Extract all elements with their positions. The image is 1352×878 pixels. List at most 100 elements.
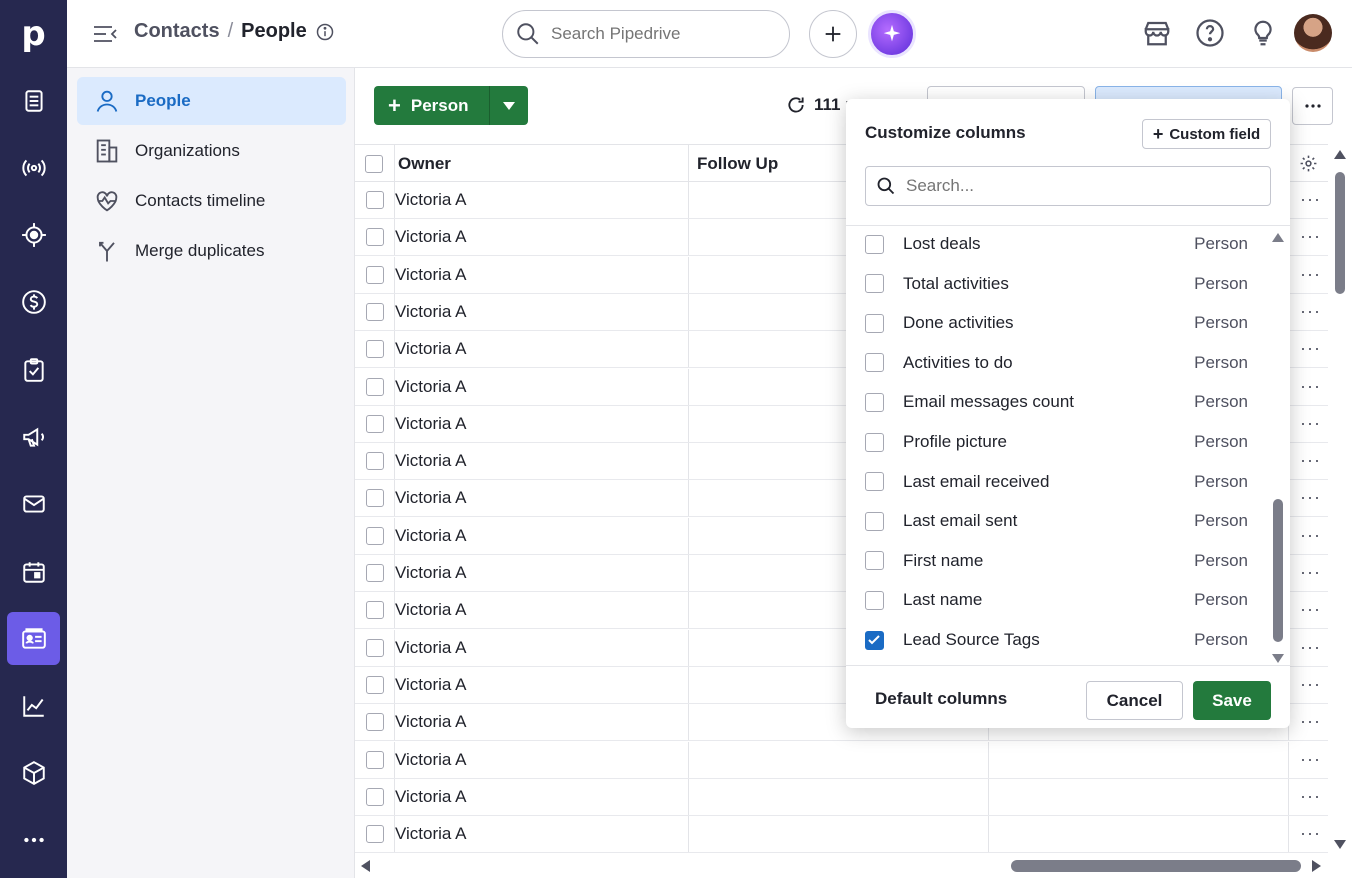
table-row[interactable]: Victoria A ··· bbox=[355, 816, 1328, 854]
column-field-checkbox[interactable] bbox=[865, 392, 884, 412]
owner-cell[interactable]: Victoria A bbox=[395, 741, 689, 778]
owner-cell[interactable]: Victoria A bbox=[395, 816, 689, 853]
tasks-icon[interactable] bbox=[7, 343, 60, 396]
owner-cell[interactable]: Victoria A bbox=[395, 778, 689, 815]
column-search[interactable] bbox=[865, 166, 1271, 206]
follow-up-cell[interactable] bbox=[689, 741, 989, 778]
column-field-row[interactable]: Last email received Person bbox=[846, 462, 1266, 502]
row-checkbox[interactable] bbox=[365, 489, 384, 508]
owner-cell[interactable]: Victoria A bbox=[395, 368, 689, 405]
sidebar-item-people[interactable]: People bbox=[77, 77, 346, 125]
hidden-column-cell[interactable] bbox=[989, 741, 1289, 778]
table-vertical-scrollbar[interactable] bbox=[1329, 144, 1352, 854]
row-more-icon[interactable]: ··· bbox=[1300, 787, 1321, 805]
field-list-scrollbar[interactable] bbox=[1270, 233, 1286, 665]
column-field-checkbox[interactable] bbox=[865, 432, 884, 452]
follow-up-cell[interactable] bbox=[689, 778, 989, 815]
column-field-row[interactable]: Profile picture Person bbox=[846, 422, 1266, 462]
mail-icon[interactable] bbox=[7, 477, 60, 530]
column-field-checkbox[interactable] bbox=[865, 590, 884, 610]
calendar-icon[interactable] bbox=[7, 545, 60, 598]
row-more-icon[interactable]: ··· bbox=[1300, 414, 1321, 432]
pipedrive-logo[interactable]: p bbox=[0, 0, 67, 67]
add-options-dropdown[interactable] bbox=[490, 86, 528, 125]
broadcast-icon[interactable] bbox=[7, 141, 60, 194]
row-more-icon[interactable]: ··· bbox=[1300, 712, 1321, 730]
row-checkbox[interactable] bbox=[365, 825, 384, 844]
row-checkbox[interactable] bbox=[365, 601, 384, 620]
column-field-row[interactable]: Done activities Person bbox=[846, 303, 1266, 343]
table-row[interactable]: Victoria A ··· bbox=[355, 778, 1328, 816]
column-field-checkbox[interactable] bbox=[865, 472, 884, 492]
column-field-checkbox[interactable] bbox=[865, 511, 884, 531]
more-actions-button[interactable] bbox=[1292, 87, 1333, 125]
row-more-icon[interactable]: ··· bbox=[1300, 227, 1321, 245]
row-checkbox[interactable] bbox=[365, 713, 384, 732]
table-row[interactable]: Victoria A ··· bbox=[355, 741, 1328, 779]
column-field-row[interactable]: Lead Source Tags Person bbox=[846, 620, 1266, 660]
row-checkbox[interactable] bbox=[365, 675, 384, 694]
row-checkbox[interactable] bbox=[365, 340, 384, 359]
column-field-row[interactable]: Last name Person bbox=[846, 580, 1266, 620]
owner-cell[interactable]: Victoria A bbox=[395, 517, 689, 554]
owner-cell[interactable]: Victoria A bbox=[395, 219, 689, 256]
owner-cell[interactable]: Victoria A bbox=[395, 480, 689, 517]
column-field-checkbox[interactable] bbox=[865, 551, 884, 571]
row-more-icon[interactable]: ··· bbox=[1300, 675, 1321, 693]
row-more-icon[interactable]: ··· bbox=[1300, 824, 1321, 842]
row-checkbox[interactable] bbox=[365, 750, 384, 769]
row-checkbox[interactable] bbox=[365, 787, 384, 806]
collapse-menu-icon[interactable] bbox=[92, 22, 118, 46]
column-field-row[interactable]: Total activities Person bbox=[846, 264, 1266, 304]
row-checkbox[interactable] bbox=[365, 638, 384, 657]
owner-cell[interactable]: Victoria A bbox=[395, 592, 689, 629]
tips-lightbulb-icon[interactable] bbox=[1248, 18, 1278, 48]
row-more-icon[interactable]: ··· bbox=[1300, 265, 1321, 283]
owner-cell[interactable]: Victoria A bbox=[395, 443, 689, 480]
owner-cell[interactable]: Victoria A bbox=[395, 405, 689, 442]
row-more-icon[interactable]: ··· bbox=[1300, 526, 1321, 544]
products-box-icon[interactable] bbox=[7, 746, 60, 799]
row-more-icon[interactable]: ··· bbox=[1300, 339, 1321, 357]
row-checkbox[interactable] bbox=[365, 414, 384, 433]
horizontal-scroll-thumb[interactable] bbox=[1011, 860, 1301, 872]
owner-cell[interactable]: Victoria A bbox=[395, 629, 689, 666]
column-field-row[interactable]: Lost deals Person bbox=[846, 226, 1266, 264]
owner-cell[interactable]: Victoria A bbox=[395, 293, 689, 330]
sidebar-item-merge-duplicates[interactable]: Merge duplicates bbox=[77, 227, 346, 275]
select-all-checkbox[interactable] bbox=[365, 154, 383, 173]
column-field-row[interactable]: Email messages count Person bbox=[846, 382, 1266, 422]
row-checkbox[interactable] bbox=[365, 302, 384, 321]
deals-dollar-icon[interactable] bbox=[7, 275, 60, 328]
sidebar-item-contacts-timeline[interactable]: Contacts timeline bbox=[77, 177, 346, 225]
column-field-checkbox[interactable] bbox=[865, 274, 884, 294]
column-field-checkbox[interactable] bbox=[865, 234, 884, 254]
sidebar-item-organizations[interactable]: Organizations bbox=[77, 127, 346, 175]
row-checkbox[interactable] bbox=[365, 377, 384, 396]
scroll-up-arrow-icon[interactable] bbox=[1334, 150, 1346, 159]
row-checkbox[interactable] bbox=[365, 228, 384, 247]
row-more-icon[interactable]: ··· bbox=[1300, 563, 1321, 581]
row-more-icon[interactable]: ··· bbox=[1300, 302, 1321, 320]
refresh-icon[interactable] bbox=[786, 95, 806, 115]
scroll-right-arrow-icon[interactable] bbox=[1312, 860, 1321, 872]
row-checkbox[interactable] bbox=[365, 564, 384, 582]
column-header-owner[interactable]: Owner bbox=[395, 145, 689, 182]
insights-chart-icon[interactable] bbox=[7, 679, 60, 732]
column-field-row[interactable]: Activities to do Person bbox=[846, 343, 1266, 383]
global-search[interactable] bbox=[502, 10, 790, 58]
owner-cell[interactable]: Victoria A bbox=[395, 704, 689, 741]
row-more-icon[interactable]: ··· bbox=[1300, 638, 1321, 656]
table-horizontal-scrollbar[interactable] bbox=[355, 854, 1328, 878]
row-checkbox[interactable] bbox=[365, 265, 384, 284]
add-person-button[interactable]: + Person bbox=[374, 86, 490, 125]
row-more-icon[interactable]: ··· bbox=[1300, 190, 1321, 208]
custom-field-button[interactable]: + Custom field bbox=[1142, 119, 1271, 149]
hidden-column-cell[interactable] bbox=[989, 778, 1289, 815]
global-search-input[interactable] bbox=[551, 24, 771, 44]
scroll-up-arrow-icon[interactable] bbox=[1272, 233, 1284, 242]
scroll-left-arrow-icon[interactable] bbox=[361, 860, 370, 872]
user-avatar[interactable] bbox=[1294, 14, 1332, 52]
column-search-input[interactable] bbox=[906, 176, 1246, 196]
follow-up-cell[interactable] bbox=[689, 816, 989, 853]
